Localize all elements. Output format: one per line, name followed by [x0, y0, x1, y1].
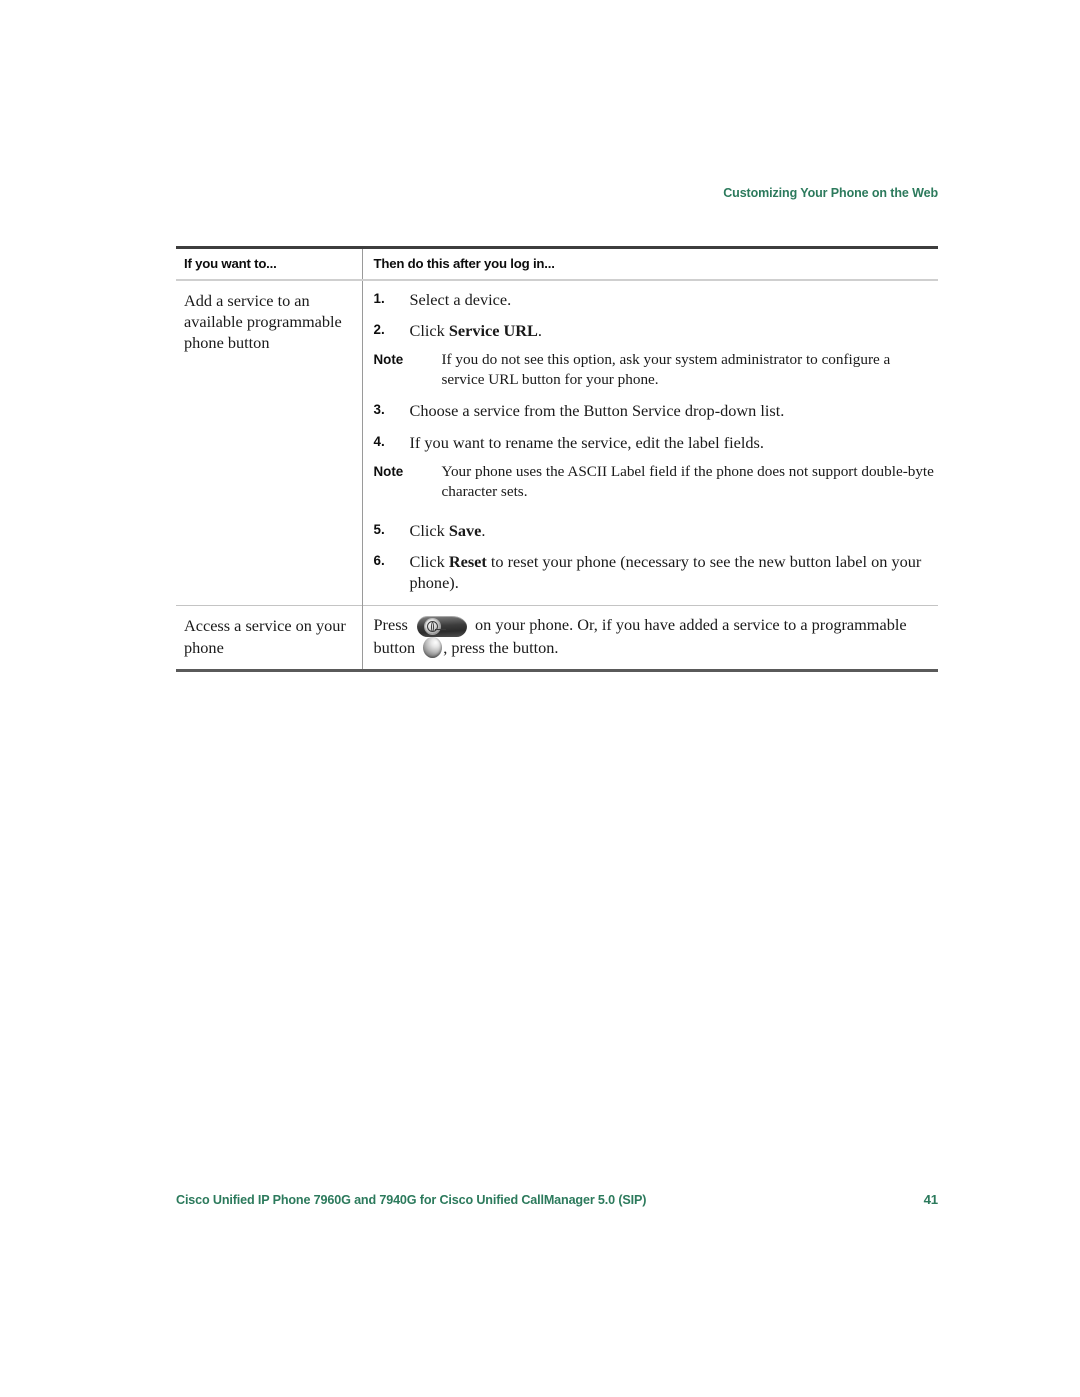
note-block: Note Your phone uses the ASCII Label fie… — [374, 462, 935, 502]
programmable-button-icon — [423, 637, 443, 659]
procedure-table: If you want to... Then do this after you… — [176, 246, 938, 672]
steps-cell: 1. Select a device. 2. Click Service URL… — [361, 279, 938, 606]
ui-label-service-url: Service URL — [448, 321, 538, 341]
table-row: Add a service to an available programmab… — [176, 279, 938, 606]
footer-title: Cisco Unified IP Phone 7960G and 7940G f… — [176, 1193, 647, 1207]
table-header-row: If you want to... Then do this after you… — [176, 246, 938, 281]
note-label: Note — [373, 463, 404, 479]
step-number: 4. — [373, 433, 385, 449]
step-text: Click Save. — [409, 520, 486, 540]
ui-label-save: Save — [448, 520, 482, 540]
note-block: Note If you do not see this option, ask … — [374, 350, 935, 390]
instruction-text: , press the button. — [443, 638, 559, 658]
step-text: Select a device. — [409, 290, 512, 309]
column-header-if-you-want-to: If you want to... — [176, 246, 362, 281]
task-cell: Access a service on your phone — [176, 605, 362, 672]
globe-glyph — [424, 619, 446, 635]
list-item: 2. Click Service URL. — [374, 320, 935, 341]
list-item: 4. If you want to rename the service, ed… — [374, 432, 935, 453]
note-text: Your phone uses the ASCII Label field if… — [441, 462, 934, 500]
table-row: Access a service on your phone Press on … — [176, 605, 938, 672]
list-item: 5. Click Save. — [374, 520, 935, 541]
step-number: 3. — [373, 402, 385, 418]
step-number: 1. — [373, 291, 385, 306]
services-button-icon — [416, 616, 467, 638]
page-footer: Cisco Unified IP Phone 7960G and 7940G f… — [176, 1192, 938, 1207]
globe-meridian — [434, 628, 446, 630]
list-item: 6. Click Reset to reset your phone (nece… — [374, 551, 935, 593]
step-text: Click Service URL. — [409, 321, 543, 341]
note-text: If you do not see this option, ask your … — [441, 351, 891, 389]
page-number: 41 — [923, 1192, 939, 1207]
step-text: Choose a service from the Button Service… — [409, 401, 785, 421]
list-item: 3. Choose a service from the Button Serv… — [374, 400, 935, 421]
step-text: If you want to rename the service, edit … — [409, 432, 764, 452]
step-number: 6. — [373, 553, 385, 569]
running-head: Customizing Your Phone on the Web — [723, 186, 938, 200]
column-header-then-do-this: Then do this after you log in... — [361, 246, 938, 281]
note-label: Note — [373, 352, 404, 368]
document-page: Customizing Your Phone on the Web If you… — [0, 0, 1080, 1397]
task-cell: Add a service to an available programmab… — [176, 279, 362, 606]
instruction-text: Press — [373, 615, 412, 635]
instruction-cell: Press on your phone. Or, if you have add… — [361, 605, 938, 672]
list-item: 1. Select a device. — [374, 289, 935, 310]
step-number: 2. — [373, 322, 385, 338]
ui-label-reset: Reset — [448, 552, 487, 572]
step-number: 5. — [373, 521, 385, 537]
step-text: Click Reset to reset your phone (necessa… — [409, 552, 922, 593]
